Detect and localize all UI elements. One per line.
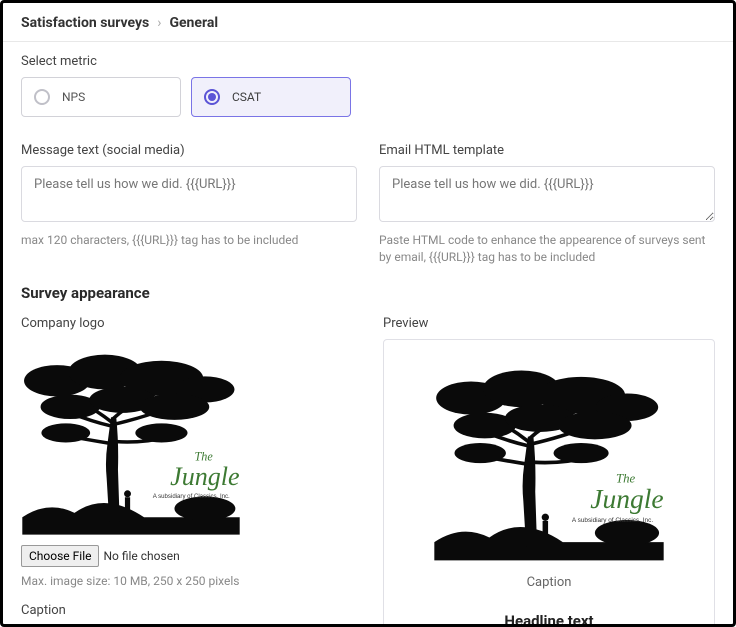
radio-icon <box>34 89 50 105</box>
metric-csat-label: CSAT <box>232 90 261 104</box>
preview-label: Preview <box>383 316 715 331</box>
preview-caption: Caption <box>527 575 572 590</box>
radio-icon <box>204 89 220 105</box>
metric-nps-label: NPS <box>62 90 85 104</box>
chevron-right-icon: › <box>157 15 161 31</box>
caption-label: Caption <box>21 603 361 618</box>
select-metric-label: Select metric <box>21 54 715 69</box>
message-text-label: Message text (social media) <box>21 143 357 158</box>
metric-csat-option[interactable]: CSAT <box>191 77 351 117</box>
message-text-helper: max 120 characters, {{{URL}}} tag has to… <box>21 232 357 249</box>
metric-radio-group: NPS CSAT <box>21 77 715 117</box>
breadcrumb: Satisfaction surveys › General <box>3 3 733 42</box>
email-template-input[interactable] <box>379 166 715 222</box>
metric-nps-option[interactable]: NPS <box>21 77 181 117</box>
email-template-label: Email HTML template <box>379 143 715 158</box>
company-logo-image <box>21 339 241 539</box>
email-template-helper: Paste HTML code to enhance the appearenc… <box>379 232 715 266</box>
company-logo-label: Company logo <box>21 316 361 331</box>
breadcrumb-root[interactable]: Satisfaction surveys <box>21 15 149 31</box>
logo-size-hint: Max. image size: 10 MB, 250 x 250 pixels <box>21 573 361 590</box>
preview-headline: Headline text <box>504 612 593 627</box>
preview-panel: Caption Headline text <box>383 339 715 627</box>
choose-file-button[interactable]: Choose File <box>21 545 99 567</box>
preview-logo-image <box>424 354 674 565</box>
message-text-input[interactable] <box>21 166 357 222</box>
survey-appearance-heading: Survey appearance <box>21 284 715 302</box>
choose-file-status: No file chosen <box>103 549 179 563</box>
breadcrumb-current: General <box>169 15 218 31</box>
